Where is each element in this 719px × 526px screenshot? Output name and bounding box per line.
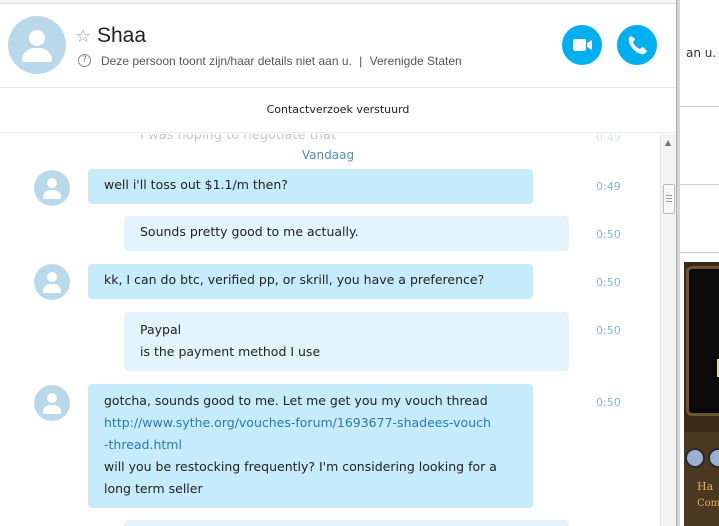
message-bubble-outgoing[interactable]: Sounds pretty good to me actually. bbox=[124, 216, 569, 251]
message-time: 0:50 bbox=[596, 324, 621, 337]
message-bubble-incoming[interactable]: gotcha, sounds good to me. Let me get yo… bbox=[88, 384, 533, 508]
user-silhouette-icon bbox=[47, 178, 57, 188]
message-bubble-outgoing[interactable]: Paypal is the payment method I use bbox=[124, 312, 569, 371]
divider bbox=[680, 184, 719, 185]
privacy-notice: Deze persoon toont zijn/haar details nie… bbox=[101, 54, 352, 68]
divider bbox=[680, 252, 719, 253]
message-link[interactable]: -thread.html bbox=[104, 434, 517, 456]
status-separator: | bbox=[359, 54, 363, 68]
message-text: well i'll toss out $1.1/m then? bbox=[104, 177, 288, 192]
game-window-thumbnail: Ha Com bbox=[684, 262, 719, 526]
contact-status-line: Deze persoon toont zijn/haar details nie… bbox=[101, 54, 462, 68]
contact-name[interactable]: Shaa bbox=[97, 24, 146, 48]
message-text: kk, I can do btc, verified pp, or skrill… bbox=[104, 272, 485, 287]
message-text: will you be restocking frequently? I'm c… bbox=[104, 459, 497, 474]
avatar-body-shape bbox=[43, 190, 61, 199]
video-call-button[interactable] bbox=[562, 25, 602, 65]
info-icon: ? bbox=[78, 54, 91, 67]
game-label: Ha bbox=[697, 480, 714, 493]
conversation-header: ☆ Shaa ? Deze persoon toont zijn/haar de… bbox=[0, 4, 676, 88]
message-bubble-outgoing-partial[interactable] bbox=[124, 520, 569, 526]
background-window-text: an u. bbox=[686, 46, 717, 60]
message-text: long term seller bbox=[104, 481, 203, 496]
sender-avatar[interactable] bbox=[34, 170, 70, 206]
chat-scrollbar[interactable]: ▲ bbox=[660, 134, 676, 526]
faded-message: I was hoping to negotiate that bbox=[140, 134, 337, 143]
game-label: Com bbox=[697, 498, 719, 509]
user-silhouette-icon bbox=[47, 393, 57, 403]
favorite-star-icon[interactable]: ☆ bbox=[75, 28, 91, 46]
game-orb-icon bbox=[685, 448, 705, 468]
user-silhouette-icon bbox=[29, 30, 45, 46]
game-panel bbox=[684, 432, 719, 526]
banner-text: Contactverzoek verstuurd bbox=[266, 103, 410, 116]
faded-message-time: 0:49 bbox=[596, 134, 621, 144]
contact-avatar[interactable] bbox=[8, 16, 66, 74]
message-text: Paypal bbox=[140, 322, 182, 337]
audio-call-button[interactable] bbox=[617, 25, 657, 65]
game-viewport bbox=[686, 266, 719, 416]
message-bubble-incoming[interactable]: well i'll toss out $1.1/m then? bbox=[88, 169, 533, 204]
message-text: Sounds pretty good to me actually. bbox=[140, 224, 359, 239]
message-time: 0:50 bbox=[596, 276, 621, 289]
scroll-up-arrow-icon[interactable]: ▲ bbox=[665, 138, 671, 147]
avatar-body-shape bbox=[43, 284, 61, 293]
contact-location: Verenigde Staten bbox=[369, 54, 462, 68]
user-silhouette-icon bbox=[47, 272, 57, 282]
message-time: 0:50 bbox=[596, 396, 621, 409]
chat-history[interactable]: I was hoping to negotiate that 0:49 Vand… bbox=[0, 134, 660, 526]
message-time: 0:50 bbox=[596, 228, 621, 241]
scrollbar-thumb[interactable] bbox=[663, 184, 675, 214]
phone-icon bbox=[628, 36, 647, 55]
avatar-body-shape bbox=[43, 405, 61, 414]
day-separator: Vandaag bbox=[301, 148, 355, 162]
message-bubble-incoming[interactable]: kk, I can do btc, verified pp, or skrill… bbox=[88, 264, 533, 299]
message-text: is the payment method I use bbox=[140, 344, 321, 359]
divider bbox=[680, 106, 719, 107]
sender-avatar[interactable] bbox=[34, 264, 70, 300]
contact-request-banner: Contactverzoek verstuurd bbox=[0, 89, 676, 133]
message-time: 0:49 bbox=[596, 180, 621, 193]
avatar-body-shape bbox=[22, 48, 52, 62]
video-camera-icon bbox=[573, 39, 592, 51]
sender-avatar[interactable] bbox=[34, 385, 70, 421]
message-text: gotcha, sounds good to me. Let me get yo… bbox=[104, 393, 488, 408]
message-link[interactable]: http://www.sythe.org/vouches-forum/16936… bbox=[104, 412, 517, 434]
